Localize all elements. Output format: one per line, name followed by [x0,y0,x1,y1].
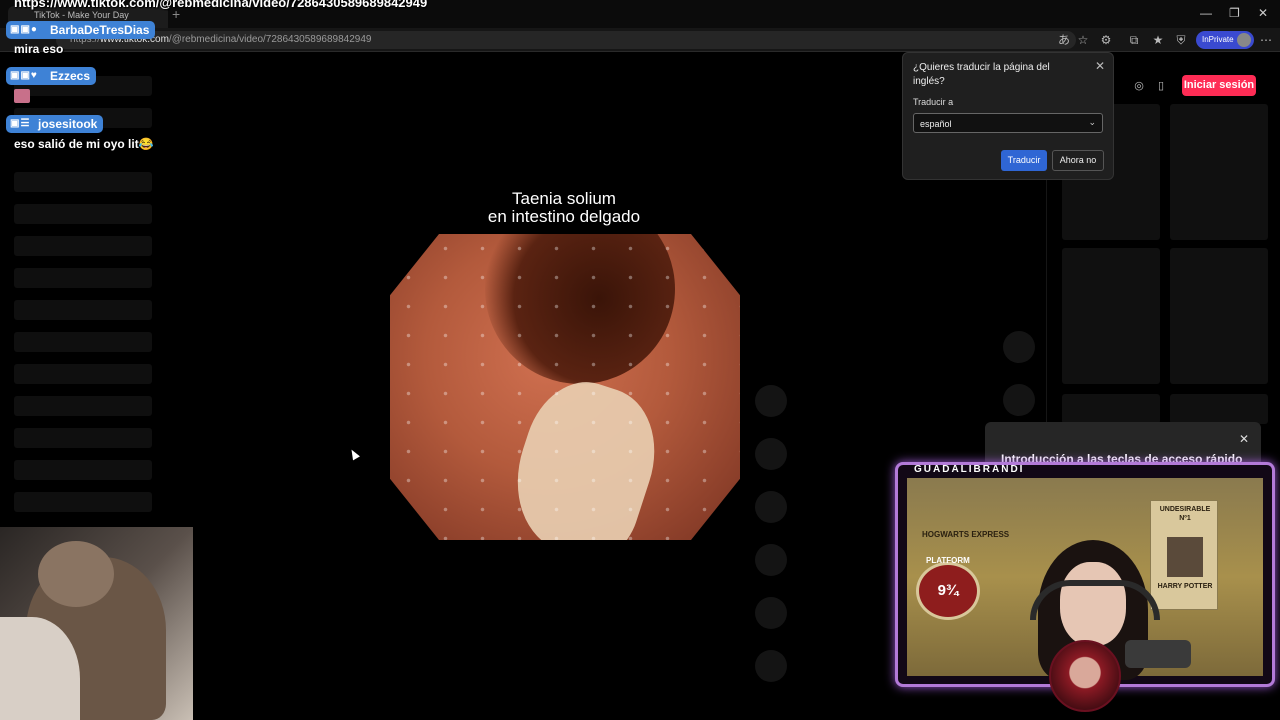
skeleton-row [14,492,152,512]
chat-emote [14,89,30,103]
not-now-button[interactable]: Ahora no [1052,150,1104,171]
skeleton-row [14,300,152,320]
inprivate-label: InPrivate [1202,35,1234,44]
light-reflections [390,234,740,540]
login-button[interactable]: Iniciar sesión [1182,75,1256,96]
split-screen-icon[interactable]: ⧉ [1126,32,1142,48]
chevron-down-icon: ⌄ [1088,117,1096,127]
minimize-button[interactable]: — [1200,6,1212,20]
video-thumbnail[interactable] [1062,248,1160,384]
wanted-poster: UNDESIRABLE Nº1 HARRY POTTER [1150,500,1218,610]
video-caption: Taenia solium en intestino delgado [430,190,698,226]
skeleton-row [14,236,152,256]
video-action-button[interactable] [755,491,787,523]
chat-username: ▣▣● BarbaDeTresDias [6,21,156,39]
translate-popup: ¿Quieres traducir la página del inglés? … [902,52,1114,180]
video-thumbnail[interactable] [1170,248,1268,384]
translate-question: ¿Quieres traducir la página del inglés? [913,62,1050,87]
streamer-avatar [1049,640,1121,712]
translate-icon[interactable]: あ [1056,32,1072,48]
skeleton-row [14,172,152,192]
wanted-name: HARRY POTTER [1157,583,1213,590]
tab-title: TikTok - Make Your Day [34,10,129,20]
video-action-button[interactable] [755,544,787,576]
favorites-icon[interactable]: ★ [1150,32,1166,48]
skeleton-row [14,204,152,224]
video-action-button[interactable] [755,650,787,682]
video-action-button[interactable] [755,385,787,417]
video-action-button[interactable] [755,597,787,629]
skeleton-row [14,428,152,448]
skeleton-row [14,332,152,352]
translate-to-label: Traducir a [913,97,954,107]
chat-username: ▣☰ josesitook [6,115,104,133]
skeleton-row [14,268,152,288]
translate-button[interactable]: Traducir [1001,150,1047,171]
skeleton-row [14,364,152,384]
compass-icon[interactable]: ◎ [1131,78,1147,94]
otter-camera [0,527,193,720]
video-caption-line2: en intestino delgado [487,207,641,226]
video-thumbnail[interactable] [1170,394,1268,424]
platform-poster: 9¾ [916,562,980,620]
streamer-name: GUADALIBRANDI [914,464,1025,475]
video-player[interactable] [390,234,740,540]
chat-username: ▣▣♥ Ezzecs [6,67,97,85]
inprivate-badge[interactable]: InPrivate [1196,31,1254,49]
wanted-photo [1167,537,1203,577]
extensions-icon[interactable]: ⚙ [1098,32,1114,48]
phone-icon[interactable]: ▯ [1153,78,1169,94]
close-window-button[interactable]: ✕ [1258,6,1268,20]
language-value: español [920,119,952,129]
url-field[interactable]: https://www.tiktok.com/@rebmedicina/vide… [56,31,1076,49]
language-select[interactable]: español ⌄ [913,113,1103,133]
wanted-title: UNDESIRABLE Nº1 [1159,506,1211,522]
chat-badge-icon: ▣☰ [10,118,31,129]
microphone [1125,640,1191,668]
skeleton-row [14,396,152,416]
chat-message: mira eso [14,42,64,56]
video-action-button[interactable] [755,438,787,470]
mouse-cursor [348,447,360,461]
maximize-button[interactable]: ❐ [1229,6,1240,20]
favorite-star-icon[interactable]: ☆ [1075,32,1091,48]
stream-url-overlay: https://www.tiktok.com/@rebmedicina/vide… [14,0,428,10]
shield-icon[interactable]: ⛨ [1173,32,1189,48]
video-thumbnail[interactable] [1170,104,1268,240]
platform-number: 9¾ [937,582,959,599]
skeleton-row [14,460,152,480]
previous-video-button[interactable] [1003,331,1035,363]
hogwarts-poster: HOGWARTS EXPRESS [922,530,1010,539]
close-icon[interactable]: ✕ [1095,59,1105,73]
more-menu-icon[interactable]: ⋯ [1258,32,1274,48]
profile-avatar [1237,33,1251,47]
next-video-button[interactable] [1003,384,1035,416]
video-caption-line1: Taenia solium [512,189,616,208]
headset-icon [1030,580,1160,620]
chat-message: eso salió de mi oyo lit😂 [14,137,154,151]
video-thumbnail[interactable] [1062,394,1160,424]
chat-badge-icon: ▣▣♥ [10,70,38,81]
url-path: /@rebmedicina/video/7286430589689842949 [168,34,372,45]
platform-label: PLATFORM [926,556,970,565]
close-icon[interactable]: ✕ [1239,432,1249,446]
chat-badge-icon: ▣▣● [10,24,38,35]
